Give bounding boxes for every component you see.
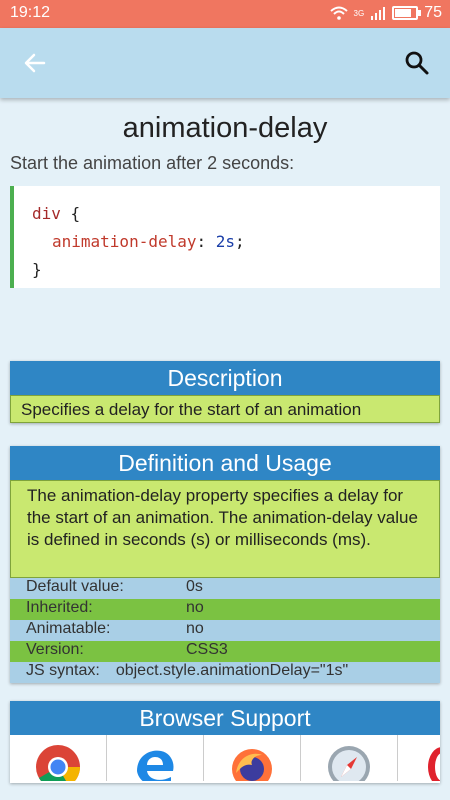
property-row-js-syntax: JS syntax: object.style.animationDelay="…	[10, 662, 440, 683]
definition-text: The animation-delay property specifies a…	[10, 480, 440, 578]
arrow-left-icon[interactable]	[20, 48, 50, 78]
property-value: object.style.animationDelay="1s"	[115, 662, 349, 679]
page-title: animation-delay	[122, 112, 328, 144]
code-close-brace: }	[32, 260, 42, 279]
code-colon: :	[196, 232, 207, 251]
description-heading: Description	[10, 361, 440, 395]
code-line-2: animation-delay: 2s;	[32, 228, 440, 256]
code-example: div { animation-delay: 2s; }	[10, 186, 440, 288]
signal-icon	[371, 7, 386, 20]
browser-cell-firefox	[204, 735, 301, 781]
property-key: Inherited:	[26, 599, 93, 616]
safari-icon	[328, 746, 370, 781]
property-row-animatable: Animatable: no	[10, 620, 440, 641]
property-key: JS syntax:	[26, 662, 100, 679]
firefox-icon	[232, 749, 272, 781]
property-row-version: Version: CSS3	[10, 641, 440, 662]
status-bar: 19:12 3G 75	[0, 0, 450, 28]
code-value: 2s	[215, 232, 236, 251]
code-semicolon: ;	[235, 232, 245, 251]
status-icons: 3G 75	[329, 4, 442, 22]
property-value: CSS3	[186, 641, 228, 658]
wifi-icon	[329, 6, 348, 20]
search-icon[interactable]	[402, 48, 432, 78]
property-value: 0s	[186, 578, 203, 595]
browser-cell-safari	[301, 735, 398, 781]
browser-cell-opera	[398, 735, 440, 781]
description-panel: Description Specifies a delay for the st…	[10, 361, 440, 423]
property-row-inherited: Inherited: no	[10, 599, 440, 620]
browser-support-heading: Browser Support	[10, 701, 440, 735]
definition-heading: Definition and Usage	[10, 446, 440, 480]
code-open-brace: {	[70, 204, 81, 223]
page-subtitle: Start the animation after 2 seconds:	[10, 153, 295, 173]
property-row-default: Default value: 0s	[10, 578, 440, 599]
browser-cell-edge	[107, 735, 204, 781]
definition-panel: Definition and Usage The animation-delay…	[10, 446, 440, 683]
code-line-1: div {	[32, 200, 440, 228]
property-value: no	[186, 620, 204, 637]
battery-level: 75	[424, 4, 442, 21]
property-key: Version:	[26, 641, 84, 658]
app-bar	[0, 28, 450, 98]
chrome-icon	[36, 745, 80, 781]
browser-icons-row	[10, 735, 440, 781]
opera-icon	[428, 747, 440, 781]
edge-icon	[137, 750, 174, 781]
browser-cell-chrome	[10, 735, 107, 781]
property-key: Animatable:	[26, 620, 111, 637]
code-property: animation-delay	[52, 232, 197, 251]
property-table: Default value: 0s Inherited: no Animatab…	[10, 578, 440, 683]
description-text: Specifies a delay for the start of an an…	[10, 395, 440, 423]
code-selector: div	[32, 204, 61, 223]
browser-support-panel: Browser Support	[10, 701, 440, 783]
code-line-3: }	[32, 256, 440, 284]
property-key: Default value:	[26, 578, 124, 595]
property-value: no	[186, 599, 204, 616]
battery-icon	[392, 6, 422, 20]
status-time: 19:12	[10, 4, 51, 21]
network-type: 3G	[353, 8, 365, 18]
